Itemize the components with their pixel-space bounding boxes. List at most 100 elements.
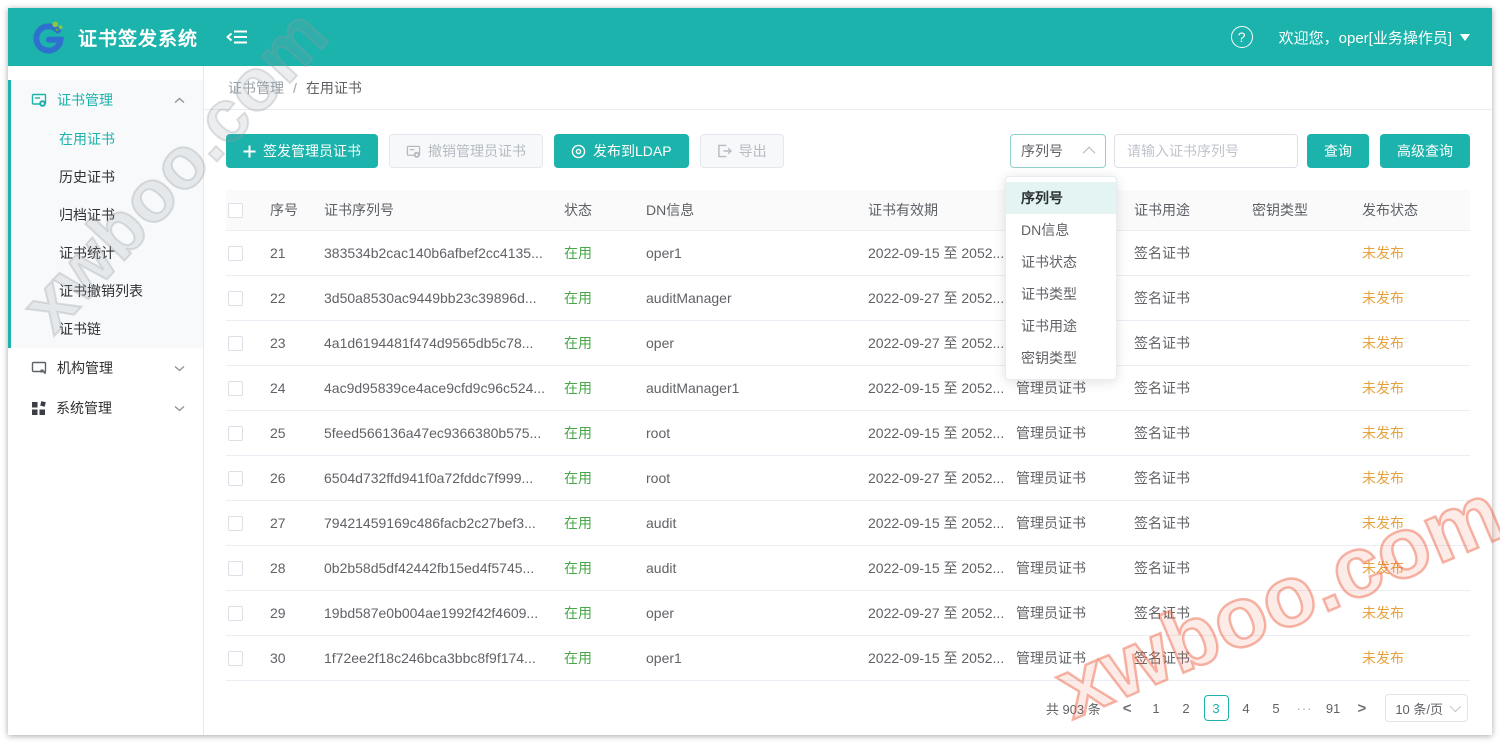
col-publish: 发布状态 bbox=[1362, 200, 1470, 220]
row-checkbox[interactable] bbox=[228, 246, 243, 261]
publish-to-ldap-button[interactable]: 发布到LDAP bbox=[554, 134, 689, 168]
dropdown-option-key-type[interactable]: 密钥类型 bbox=[1006, 342, 1116, 374]
table-row[interactable]: 22 3d50a8530ac9449bb23c39896d... 在用 audi… bbox=[226, 276, 1470, 321]
cell-serial: 4a1d6194481f474d9565db5c78... bbox=[324, 335, 564, 351]
cell-dn: audit bbox=[646, 515, 868, 531]
cell-usage: 签名证书 bbox=[1134, 288, 1252, 308]
row-checkbox[interactable] bbox=[228, 606, 243, 621]
advanced-query-button[interactable]: 高级查询 bbox=[1380, 134, 1470, 168]
cell-publish: 未发布 bbox=[1362, 558, 1470, 578]
cell-validity: 2022-09-15 至 2052... bbox=[868, 423, 1016, 443]
cell-usage: 签名证书 bbox=[1134, 513, 1252, 533]
sidebar-item-active-certs[interactable]: 在用证书 bbox=[11, 120, 203, 158]
page-number-91[interactable]: 91 bbox=[1321, 695, 1346, 721]
cell-serial: 1f72ee2f18c246bca3bbc8f9f174... bbox=[324, 650, 564, 666]
row-checkbox[interactable] bbox=[228, 471, 243, 486]
cell-validity: 2022-09-27 至 2052... bbox=[868, 333, 1016, 353]
col-validity: 证书有效期 bbox=[868, 200, 1016, 220]
menu-fold-icon[interactable] bbox=[226, 28, 248, 46]
table-row[interactable]: 30 1f72ee2f18c246bca3bbc8f9f174... 在用 op… bbox=[226, 636, 1470, 681]
table-header-row: 序号 证书序列号 状态 DN信息 证书有效期 证书类型 证书用途 密钥类型 发布… bbox=[226, 190, 1470, 231]
cell-serial: 79421459169c486facb2c27bef3... bbox=[324, 515, 564, 531]
col-usage: 证书用途 bbox=[1134, 200, 1252, 220]
cell-validity: 2022-09-27 至 2052... bbox=[868, 603, 1016, 623]
page-number-4[interactable]: 4 bbox=[1234, 695, 1259, 721]
cell-status: 在用 bbox=[564, 513, 646, 533]
sidebar-item-archived-certs[interactable]: 归档证书 bbox=[11, 196, 203, 234]
row-checkbox[interactable] bbox=[228, 516, 243, 531]
table-row[interactable]: 24 4ac9d95839ce4ace9cfd9c96c524... 在用 au… bbox=[226, 366, 1470, 411]
cell-seq: 21 bbox=[270, 245, 324, 261]
dropdown-option-cert-usage[interactable]: 证书用途 bbox=[1006, 310, 1116, 342]
page-number-2[interactable]: 2 bbox=[1174, 695, 1199, 721]
cell-cert-type: 管理员证书 bbox=[1016, 513, 1134, 533]
breadcrumb-parent[interactable]: 证书管理 bbox=[228, 78, 284, 98]
cell-seq: 23 bbox=[270, 335, 324, 351]
table-row[interactable]: 27 79421459169c486facb2c27bef3... 在用 aud… bbox=[226, 501, 1470, 546]
row-checkbox[interactable] bbox=[228, 651, 243, 666]
page-size-select[interactable]: 10 条/页 bbox=[1385, 694, 1468, 722]
cell-cert-type: 管理员证书 bbox=[1016, 468, 1134, 488]
table-row[interactable]: 25 5feed566136a47ec9366380b575... 在用 roo… bbox=[226, 411, 1470, 456]
cell-publish: 未发布 bbox=[1362, 603, 1470, 623]
cell-status: 在用 bbox=[564, 648, 646, 668]
export-button[interactable]: 导出 bbox=[700, 134, 784, 168]
dropdown-option-dn[interactable]: DN信息 bbox=[1006, 214, 1116, 246]
cell-dn: auditManager bbox=[646, 290, 868, 306]
issue-admin-cert-button[interactable]: 签发管理员证书 bbox=[226, 134, 378, 168]
cell-seq: 26 bbox=[270, 470, 324, 486]
cell-serial: 5feed566136a47ec9366380b575... bbox=[324, 425, 564, 441]
sidebar-item-cert-revocation-list[interactable]: 证书撤销列表 bbox=[11, 272, 203, 310]
prev-page-button[interactable]: < bbox=[1116, 700, 1139, 717]
help-icon[interactable]: ? bbox=[1231, 26, 1253, 48]
sidebar-group-org-management[interactable]: 机构管理 bbox=[11, 348, 203, 388]
cell-usage: 签名证书 bbox=[1134, 378, 1252, 398]
cell-validity: 2022-09-15 至 2052... bbox=[868, 558, 1016, 578]
cell-usage: 签名证书 bbox=[1134, 333, 1252, 353]
cell-dn: root bbox=[646, 425, 868, 441]
col-status: 状态 bbox=[564, 200, 646, 220]
table-row[interactable]: 26 6504d732ffd941f0a72fddc7f999... 在用 ro… bbox=[226, 456, 1470, 501]
breadcrumb-current: 在用证书 bbox=[306, 78, 362, 98]
sidebar-group-system-management[interactable]: 系统管理 bbox=[11, 388, 203, 428]
sidebar-item-cert-stats[interactable]: 证书统计 bbox=[11, 234, 203, 272]
row-checkbox[interactable] bbox=[228, 561, 243, 576]
row-checkbox[interactable] bbox=[228, 336, 243, 351]
breadcrumb: 证书管理 / 在用证书 bbox=[204, 66, 1492, 110]
certificate-icon bbox=[31, 92, 47, 108]
table-row[interactable]: 29 19bd587e0b004ae1992f42f4609... 在用 ope… bbox=[226, 591, 1470, 636]
table-row[interactable]: 23 4a1d6194481f474d9565db5c78... 在用 oper… bbox=[226, 321, 1470, 366]
cell-usage: 签名证书 bbox=[1134, 603, 1252, 623]
cell-publish: 未发布 bbox=[1362, 513, 1470, 533]
select-all-checkbox[interactable] bbox=[228, 203, 243, 218]
row-checkbox[interactable] bbox=[228, 426, 243, 441]
cell-publish: 未发布 bbox=[1362, 423, 1470, 443]
row-checkbox[interactable] bbox=[228, 291, 243, 306]
row-checkbox[interactable] bbox=[228, 381, 243, 396]
page-number-5[interactable]: 5 bbox=[1264, 695, 1289, 721]
dropdown-option-cert-type[interactable]: 证书类型 bbox=[1006, 278, 1116, 310]
page-number-1[interactable]: 1 bbox=[1144, 695, 1169, 721]
cell-status: 在用 bbox=[564, 333, 646, 353]
query-button[interactable]: 查询 bbox=[1307, 134, 1369, 168]
dropdown-option-cert-status[interactable]: 证书状态 bbox=[1006, 246, 1116, 278]
page-number-3-active[interactable]: 3 bbox=[1204, 695, 1229, 721]
search-field-select[interactable]: 序列号 序列号 DN信息 证书状态 证书类型 证书用途 密钥类型 bbox=[1010, 134, 1106, 168]
cell-publish: 未发布 bbox=[1362, 378, 1470, 398]
user-menu[interactable]: 欢迎您，oper[业务操作员] bbox=[1279, 27, 1470, 48]
sidebar-item-cert-chain[interactable]: 证书链 bbox=[11, 310, 203, 348]
plus-icon bbox=[243, 145, 256, 158]
serial-search-input[interactable] bbox=[1114, 134, 1298, 168]
cell-status: 在用 bbox=[564, 288, 646, 308]
table-row[interactable]: 21 383534b2cac140b6afbef2cc4135... 在用 op… bbox=[226, 231, 1470, 276]
sidebar-item-history-certs[interactable]: 历史证书 bbox=[11, 158, 203, 196]
next-page-button[interactable]: > bbox=[1351, 700, 1374, 717]
pagination: 共 903 条 < 1 2 3 4 5 ··· 91 > 10 条/页 bbox=[226, 694, 1470, 722]
table-row[interactable]: 28 0b2b58d5df42442fb15ed4f5745... 在用 aud… bbox=[226, 546, 1470, 591]
revoke-admin-cert-button[interactable]: 撤销管理员证书 bbox=[389, 134, 543, 168]
page-ellipsis[interactable]: ··· bbox=[1294, 701, 1316, 716]
revoke-cert-icon bbox=[406, 144, 421, 159]
chevron-down-icon bbox=[1460, 34, 1470, 41]
dropdown-option-serial[interactable]: 序列号 bbox=[1006, 182, 1116, 214]
sidebar-group-cert-management[interactable]: 证书管理 bbox=[11, 80, 203, 120]
